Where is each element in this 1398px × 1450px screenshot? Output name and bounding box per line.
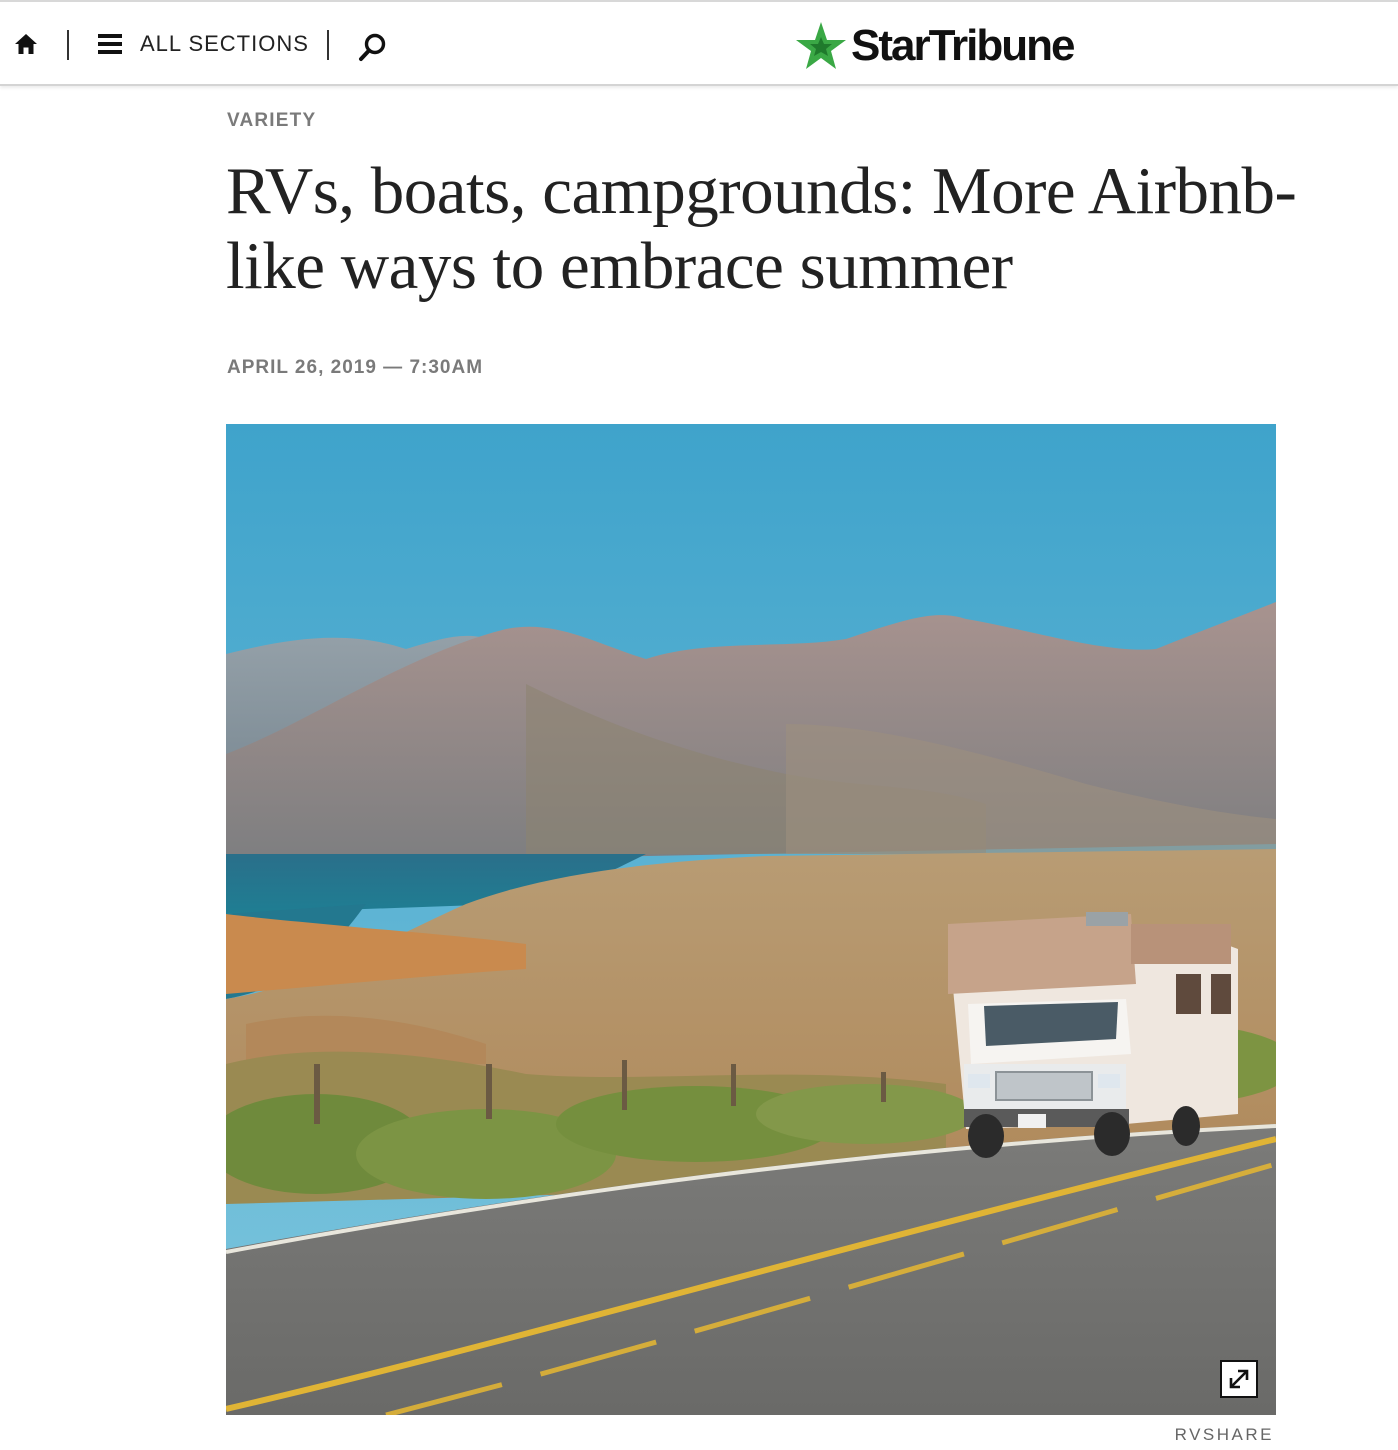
all-sections-button[interactable]: ALL SECTIONS: [98, 24, 309, 64]
expand-icon: [1229, 1369, 1249, 1389]
motorhome: [948, 912, 1238, 1158]
rv-coastal-road-image: [226, 424, 1276, 1415]
search-icon: [359, 33, 386, 61]
photo-credit: RVSHARE: [1174, 1425, 1274, 1444]
nav-divider: [67, 30, 69, 60]
article-dateline: APRIL 26, 2019 — 7:30AM: [227, 357, 484, 378]
hamburger-icon: [98, 34, 122, 54]
lead-photo[interactable]: [226, 424, 1276, 1415]
home-icon: [15, 34, 37, 54]
all-sections-label: ALL SECTIONS: [140, 31, 309, 56]
expand-photo-button[interactable]: [1220, 1360, 1258, 1398]
star-icon: [796, 22, 846, 69]
search-button[interactable]: [352, 28, 392, 68]
logo-wordmark: StarTribune: [851, 21, 1075, 70]
section-kicker[interactable]: VARIETY: [227, 110, 316, 132]
article-headline: RVs, boats, campgrounds: More Airbnb-lik…: [226, 154, 1297, 303]
home-button[interactable]: [10, 28, 42, 60]
startribune-logo[interactable]: StarTribune: [795, 18, 1075, 74]
site-header: ALL SECTIONS StarTribune: [0, 2, 1398, 86]
nav-divider: [327, 30, 329, 60]
